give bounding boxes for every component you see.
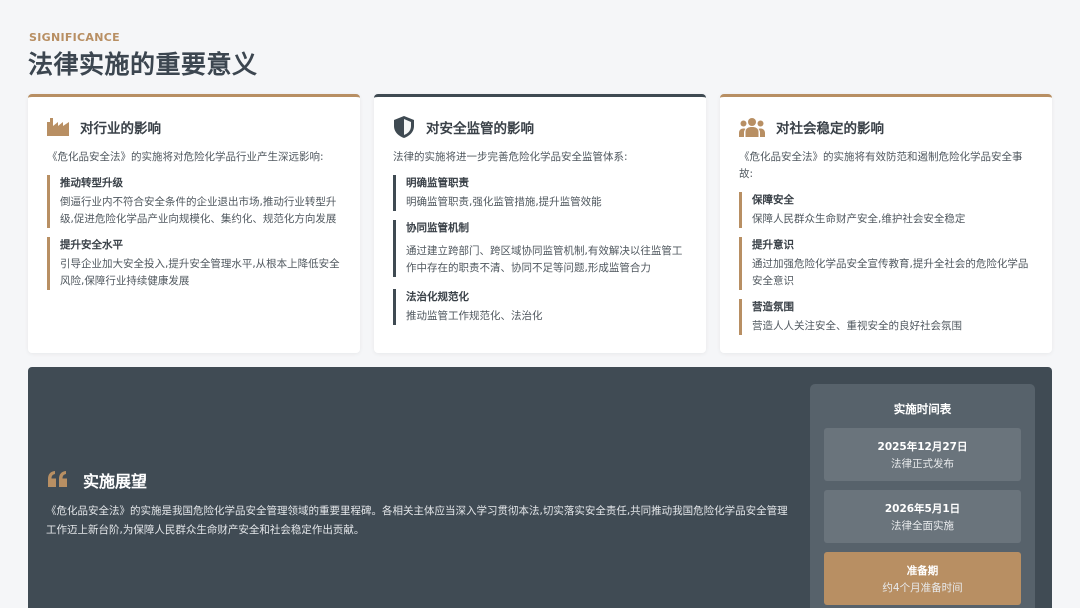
- timeline-item-highlight: 准备期 约4个月准备时间: [824, 552, 1021, 605]
- social-impact-card: 对社会稳定的影响 《危化品安全法》的实施将有效防范和遏制危险化学品安全事故: 保…: [720, 94, 1052, 353]
- item-desc: 推动监管工作规范化、法治化: [406, 310, 543, 322]
- timeline-date: 2026年5月1日: [884, 503, 961, 515]
- outlook-text: 《危化品安全法》的实施是我国危险化学品安全管理领域的重要里程碑。各相关主体应当深…: [46, 505, 788, 536]
- item-title: 提升意识: [752, 239, 794, 251]
- timeline-date: 准备期: [906, 565, 939, 577]
- card-title: 对社会稳定的影响: [776, 121, 884, 137]
- timeline-date: 2025年12月27日: [877, 441, 968, 453]
- quote-icon: [48, 471, 68, 487]
- card-header: 对行业的影响: [47, 115, 342, 139]
- outlook-banner: 实施展望 《危化品安全法》的实施是我国危险化学品安全管理领域的重要里程碑。各相关…: [28, 367, 1052, 608]
- item-title: 法治化规范化: [406, 291, 469, 303]
- card-header: 对安全监管的影响: [393, 115, 688, 139]
- timeline-panel: 实施时间表 2025年12月27日 法律正式发布 2026年5月1日 法律全面实…: [810, 384, 1035, 608]
- list-item: 提升安全水平 引导企业加大安全投入,提升安全管理水平,从根本上降低安全风险,保障…: [47, 237, 342, 290]
- item-desc: 通过加强危险化学品安全宣传教育,提升全社会的危险化学品安全意识: [752, 258, 1029, 287]
- item-title: 提升安全水平: [60, 239, 123, 251]
- card-title: 对安全监管的影响: [426, 121, 534, 137]
- card-title: 对行业的影响: [80, 121, 161, 137]
- item-desc: 明确监管职责,强化监管措施,提升监管效能: [406, 196, 602, 208]
- item-title: 明确监管职责: [406, 177, 469, 189]
- list-item: 提升意识 通过加强危险化学品安全宣传教育,提升全社会的危险化学品安全意识: [739, 237, 1034, 290]
- item-title: 营造氛围: [752, 301, 794, 313]
- people-group-icon: [739, 116, 765, 138]
- list-item: 协同监管机制 通过建立跨部门、跨区域协同监管机制,有效解决以往监管工作中存在的职…: [393, 220, 688, 277]
- item-title: 协同监管机制: [406, 222, 469, 234]
- item-desc: 营造人人关注安全、重视安全的良好社会氛围: [752, 320, 962, 332]
- item-desc: 倒逼行业内不符合安全条件的企业退出市场,推动行业转型升级,促进危险化学品产业向规…: [60, 196, 337, 225]
- list-item: 法治化规范化 推动监管工作规范化、法治化: [393, 289, 688, 325]
- item-desc: 保障人民群众生命财产安全,维护社会安全稳定: [752, 213, 966, 225]
- supervision-impact-card: 对安全监管的影响 法律的实施将进一步完善危险化学品安全监管体系: 明确监管职责 …: [374, 94, 706, 353]
- item-title: 推动转型升级: [60, 177, 123, 189]
- timeline-title: 实施时间表: [893, 402, 952, 416]
- item-desc: 引导企业加大安全投入,提升安全管理水平,从根本上降低安全风险,保障行业持续健康发…: [60, 258, 340, 287]
- timeline-desc: 法律正式发布: [891, 458, 954, 470]
- item-desc: 通过建立跨部门、跨区域协同监管机制,有效解决以往监管工作中存在的职责不清、协同不…: [406, 245, 683, 274]
- card-intro: 法律的实施将进一步完善危险化学品安全监管体系:: [393, 151, 628, 163]
- factory-icon: [47, 116, 69, 138]
- item-title: 保障安全: [752, 194, 794, 206]
- shield-icon: [393, 116, 415, 138]
- timeline-item: 2025年12月27日 法律正式发布: [824, 428, 1021, 481]
- section-eyebrow: SIGNIFICANCE: [29, 31, 120, 44]
- list-item: 明确监管职责 明确监管职责,强化监管措施,提升监管效能: [393, 175, 688, 211]
- page-title: 法律实施的重要意义: [28, 50, 258, 79]
- industry-impact-card: 对行业的影响 《危化品安全法》的实施将对危险化学品行业产生深远影响: 推动转型升…: [28, 94, 360, 353]
- impact-cards: 对行业的影响 《危化品安全法》的实施将对危险化学品行业产生深远影响: 推动转型升…: [28, 94, 1052, 353]
- card-intro: 《危化品安全法》的实施将对危险化学品行业产生深远影响:: [47, 151, 324, 163]
- timeline-item: 2026年5月1日 法律全面实施: [824, 490, 1021, 543]
- timeline-desc: 法律全面实施: [891, 520, 954, 532]
- timeline-desc: 约4个月准备时间: [882, 582, 963, 594]
- list-item: 保障安全 保障人民群众生命财产安全,维护社会安全稳定: [739, 192, 1034, 228]
- list-item: 推动转型升级 倒逼行业内不符合安全条件的企业退出市场,推动行业转型升级,促进危险…: [47, 175, 342, 228]
- outlook-title: 实施展望: [83, 472, 148, 491]
- list-item: 营造氛围 营造人人关注安全、重视安全的良好社会氛围: [739, 299, 1034, 335]
- card-intro: 《危化品安全法》的实施将有效防范和遏制危险化学品安全事故:: [739, 151, 1023, 180]
- card-header: 对社会稳定的影响: [739, 115, 1034, 139]
